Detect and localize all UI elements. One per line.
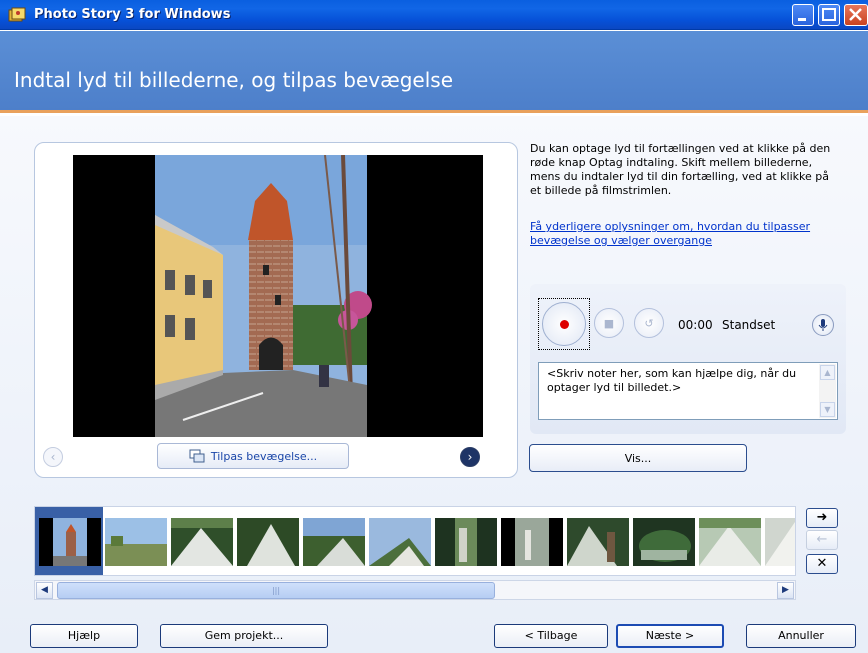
- customize-motion-label: Tilpas bevægelse...: [210, 449, 318, 463]
- chevron-right-icon: ›: [467, 450, 473, 464]
- thumbnail-list: [35, 507, 796, 575]
- microphone-icon: [818, 319, 828, 331]
- cancel-button-label: Annuller: [778, 629, 824, 642]
- minimize-icon: [798, 18, 806, 21]
- save-project-label: Gem projekt...: [204, 629, 284, 642]
- instructions-text: Du kan optage lyd til fortællingen ved a…: [530, 142, 831, 197]
- save-project-button[interactable]: Gem projekt...: [160, 624, 328, 648]
- stop-button[interactable]: ■: [594, 308, 624, 338]
- filmstrip-scrollbar[interactable]: ◀ ||| ▶: [34, 580, 796, 600]
- page-title: Indtal lyd til billederne, og tilpas bev…: [14, 68, 454, 92]
- minimize-button[interactable]: [792, 4, 814, 26]
- notes-placeholder: <Skriv noter her, som kan hjælpe dig, nå…: [547, 367, 797, 394]
- narration-panel: ■ ↺ 00:00 Standset <Skriv noter her, som…: [530, 284, 846, 434]
- cancel-button[interactable]: Annuller: [746, 624, 856, 648]
- thumbnail[interactable]: [237, 518, 299, 566]
- thumbnail[interactable]: [435, 518, 497, 566]
- learn-more-link[interactable]: Få yderligere oplysninger om, hvordan du…: [530, 220, 840, 248]
- maximize-icon: [822, 8, 836, 21]
- scroll-right-icon[interactable]: ▶: [777, 582, 794, 599]
- notes-textarea[interactable]: <Skriv noter her, som kan hjælpe dig, nå…: [538, 362, 838, 420]
- thumbnail[interactable]: [501, 518, 563, 566]
- arrow-right-icon: ➜: [816, 510, 828, 525]
- remove-icon: ✕: [816, 556, 828, 571]
- scroll-up-icon[interactable]: ▲: [820, 365, 835, 380]
- recording-status: Standset: [722, 318, 776, 332]
- elapsed-time: 00:00: [678, 318, 713, 332]
- chevron-left-icon: ‹: [50, 450, 56, 464]
- thumbnail[interactable]: [633, 518, 695, 566]
- help-button[interactable]: Hjælp: [30, 624, 138, 648]
- thumbnail[interactable]: [765, 518, 796, 566]
- thumbnail[interactable]: [171, 518, 233, 566]
- microphone-button[interactable]: [812, 314, 834, 336]
- remove-picture-button[interactable]: ✕: [806, 554, 838, 574]
- photo-preview: [73, 155, 483, 437]
- wizard-header: Indtal lyd til billederne, og tilpas bev…: [0, 31, 868, 113]
- title-bar: Photo Story 3 for Windows: [0, 0, 868, 30]
- arrow-left-icon: ←: [816, 532, 828, 547]
- stop-icon: ■: [603, 316, 615, 330]
- close-window-button[interactable]: [844, 4, 868, 26]
- thumbnail[interactable]: [567, 518, 629, 566]
- vis-button-label: Vis...: [624, 451, 652, 465]
- back-button-label: < Tilbage: [524, 629, 578, 642]
- window-title: Photo Story 3 for Windows: [34, 7, 231, 22]
- thumbnail[interactable]: [699, 518, 761, 566]
- help-button-label: Hjælp: [67, 629, 101, 642]
- customize-motion-button[interactable]: Tilpas bevægelse...: [157, 443, 349, 469]
- customize-motion-icon: [189, 449, 205, 463]
- photo-story-app-icon: [8, 7, 26, 22]
- previous-picture-button[interactable]: ‹: [43, 447, 63, 467]
- notes-scrollbar[interactable]: ▲ ▼: [819, 364, 836, 418]
- preview-panel: ‹ Tilpas bevægelse... ›: [34, 142, 518, 478]
- move-left-button[interactable]: ←: [806, 530, 838, 550]
- record-narration-button[interactable]: [542, 302, 586, 346]
- maximize-button[interactable]: [818, 4, 840, 26]
- next-button[interactable]: Næste >: [616, 624, 724, 648]
- back-button[interactable]: < Tilbage: [494, 624, 608, 648]
- main-area: ‹ Tilpas bevægelse... › Du kan optage ly…: [0, 116, 868, 653]
- scrollbar-thumb[interactable]: |||: [57, 582, 495, 599]
- filmstrip[interactable]: [34, 506, 796, 576]
- thumbnail[interactable]: [369, 518, 431, 566]
- next-button-label: Næste >: [645, 629, 695, 642]
- undo-icon: ↺: [644, 316, 654, 330]
- scroll-left-icon[interactable]: ◀: [36, 582, 53, 599]
- move-right-button[interactable]: ➜: [806, 508, 838, 528]
- close-icon: [849, 8, 862, 21]
- delete-narration-button[interactable]: ↺: [634, 308, 664, 338]
- record-icon: [559, 319, 569, 329]
- vis-button[interactable]: Vis...: [529, 444, 747, 472]
- thumbnail[interactable]: [303, 518, 365, 566]
- next-picture-button[interactable]: ›: [460, 447, 480, 467]
- tower-photo: [73, 155, 483, 437]
- thumbnail[interactable]: [39, 518, 101, 566]
- scroll-down-icon[interactable]: ▼: [820, 402, 835, 417]
- thumbnail[interactable]: [105, 518, 167, 566]
